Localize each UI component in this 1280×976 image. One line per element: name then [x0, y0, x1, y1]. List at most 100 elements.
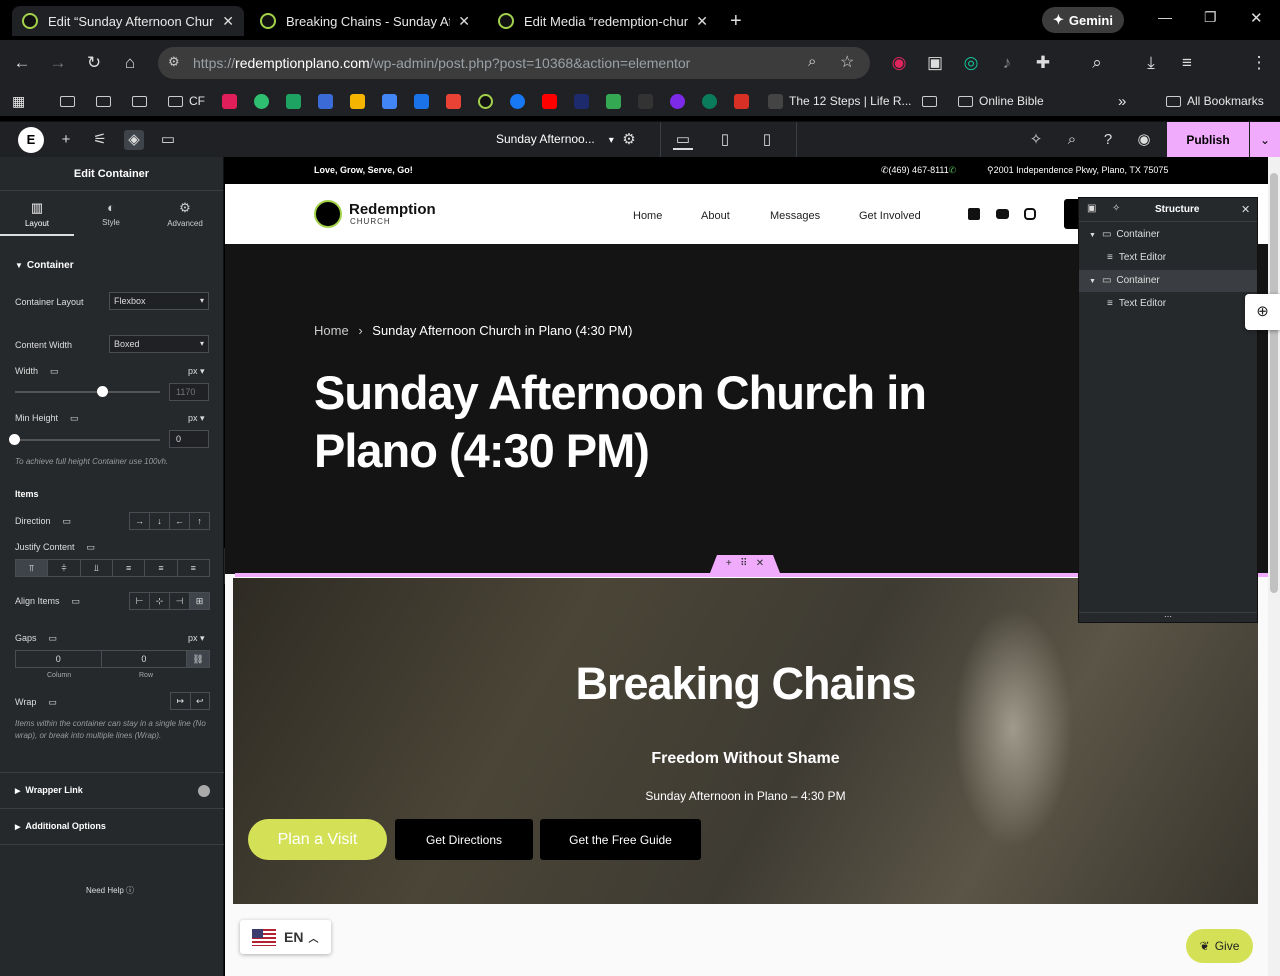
- nav-home[interactable]: Home: [633, 210, 662, 222]
- direction-column-icon[interactable]: ↓: [150, 513, 170, 529]
- width-unit[interactable]: px ▾: [188, 366, 205, 377]
- breaking-chains-section[interactable]: Breaking Chains Freedom Without Shame Su…: [233, 578, 1258, 904]
- bookmark-gloo[interactable]: [254, 92, 269, 110]
- extension-r-icon[interactable]: ▣: [924, 52, 946, 74]
- wrap-icon[interactable]: ↩: [191, 693, 210, 709]
- min-height-input[interactable]: 0: [169, 430, 209, 448]
- nav-about[interactable]: About: [701, 210, 730, 222]
- bookmark-dw[interactable]: [638, 92, 653, 110]
- structure-item-text-editor[interactable]: ≡ Text Editor: [1079, 247, 1257, 269]
- bookmark-slack[interactable]: [222, 92, 237, 110]
- breadcrumb-home[interactable]: Home: [314, 323, 349, 338]
- facebook-icon[interactable]: [968, 208, 980, 220]
- page-selector[interactable]: Sunday Afternoo... ▾: [496, 132, 614, 146]
- gemini-button[interactable]: ✦ Gemini: [1042, 7, 1124, 33]
- bookmark-youtube[interactable]: [542, 92, 557, 110]
- width-slider-track[interactable]: [15, 391, 160, 393]
- bookmark-facebook[interactable]: [510, 92, 525, 110]
- logo-text[interactable]: Redemption: [349, 201, 436, 218]
- cast-search-icon[interactable]: ⌕: [1086, 52, 1108, 74]
- get-directions-button[interactable]: Get Directions: [395, 819, 533, 860]
- bookmark-online-bible[interactable]: Online Bible: [958, 92, 1044, 110]
- tab-advanced[interactable]: ⚙ Advanced: [148, 192, 222, 236]
- bookmark-folder[interactable]: [96, 92, 117, 110]
- instagram-icon[interactable]: [1024, 208, 1036, 220]
- bookmark-gmail[interactable]: [446, 92, 461, 110]
- mic-icon[interactable]: ♪: [996, 52, 1018, 74]
- drag-handle-icon[interactable]: ⠿: [740, 558, 747, 569]
- publish-button[interactable]: Publish: [1167, 122, 1249, 158]
- close-icon[interactable]: ✕: [696, 13, 708, 30]
- add-element-icon[interactable]: +: [56, 130, 76, 150]
- minimize-icon[interactable]: —: [1158, 9, 1172, 25]
- church-logo-icon[interactable]: [314, 200, 342, 228]
- elementor-logo-icon[interactable]: E: [18, 127, 44, 153]
- section-wrapper-link[interactable]: ▶ Wrapper Link: [15, 785, 83, 795]
- reload-icon[interactable]: ↻: [83, 52, 105, 74]
- download-icon[interactable]: ⤓: [1140, 52, 1162, 74]
- bookmark-keep[interactable]: [350, 92, 365, 110]
- collapse-icon[interactable]: ▣: [1087, 203, 1096, 214]
- section-additional-options[interactable]: ▶ Additional Options: [15, 821, 106, 831]
- justify-start-icon[interactable]: ⫪: [16, 560, 49, 576]
- min-height-unit[interactable]: px ▾: [188, 413, 205, 424]
- structure-item-container-selected[interactable]: ▼ ▭ Container: [1079, 270, 1257, 292]
- bookmark-folder[interactable]: [922, 92, 943, 110]
- search-icon[interactable]: ⌕: [1062, 130, 1082, 150]
- min-height-slider-track[interactable]: [15, 439, 160, 441]
- bookmark-docs[interactable]: [382, 92, 397, 110]
- site-address[interactable]: ⚲2001 Independence Pkwy, Plano, TX 75075: [987, 165, 1168, 176]
- browser-tab-edit-sunday[interactable]: Edit “Sunday Afternoon Church ✕: [12, 6, 244, 36]
- tablet-icon[interactable]: ▯: [715, 130, 735, 150]
- bookmark-sheets[interactable]: [286, 92, 301, 110]
- content-width-select[interactable]: Boxed: [109, 335, 209, 353]
- bookmark-folder[interactable]: [60, 92, 81, 110]
- browser-tab-edit-media[interactable]: Edit Media “redemption-church ✕: [488, 6, 718, 36]
- pocket-icon[interactable]: ◉: [888, 52, 910, 74]
- no-wrap-icon[interactable]: ↦: [171, 693, 191, 709]
- site-info-icon[interactable]: ⚙: [168, 54, 180, 70]
- add-icon[interactable]: +: [726, 558, 732, 569]
- preview-eye-icon[interactable]: ◉: [1134, 130, 1154, 150]
- bookmark-calendar[interactable]: [414, 92, 429, 110]
- tab-layout[interactable]: ▥ Layout: [0, 192, 74, 236]
- plan-a-visit-button[interactable]: Plan a Visit: [248, 819, 387, 860]
- canvas-scrollbar[interactable]: [1268, 157, 1280, 976]
- more-bookmarks-icon[interactable]: »: [1118, 92, 1126, 110]
- direction-row-reverse-icon[interactable]: ←: [170, 513, 190, 529]
- get-free-guide-button[interactable]: Get the Free Guide: [540, 819, 701, 860]
- apps-icon[interactable]: ▦: [12, 92, 25, 110]
- container-edit-handle[interactable]: + ⠿ ✕: [710, 555, 780, 573]
- back-icon[interactable]: ←: [11, 52, 33, 74]
- home-icon[interactable]: ⌂: [119, 52, 141, 74]
- window-close-icon[interactable]: ✕: [1250, 9, 1263, 27]
- bookmark-star-icon[interactable]: ☆: [840, 52, 854, 72]
- min-height-slider-handle[interactable]: [9, 434, 20, 445]
- media-control-icon[interactable]: ≡: [1176, 52, 1198, 74]
- link-values-icon[interactable]: ⛓: [187, 651, 210, 667]
- bookmark-12-steps[interactable]: The 12 Steps | Life R...: [768, 92, 912, 110]
- site-phone[interactable]: ✆(469) 467-8111✆: [881, 165, 956, 176]
- need-help-link[interactable]: Need Help ⓘ: [86, 885, 134, 896]
- bookmark-rc[interactable]: [478, 92, 493, 110]
- close-icon[interactable]: ✕: [458, 13, 470, 30]
- notifications-icon[interactable]: ✧: [1026, 130, 1046, 150]
- gaps-unit[interactable]: px ▾: [188, 633, 205, 644]
- nav-get-involved[interactable]: Get Involved: [859, 210, 921, 222]
- structure-item-text-editor[interactable]: ≡ Text Editor: [1079, 293, 1257, 315]
- all-bookmarks[interactable]: All Bookmarks: [1166, 92, 1264, 110]
- align-start-icon[interactable]: ⊢: [130, 593, 150, 609]
- bookmark-red[interactable]: [734, 92, 749, 110]
- bookmark-canva[interactable]: [670, 92, 685, 110]
- browser-tab-breaking-chains[interactable]: Breaking Chains - Sunday After ✕: [250, 6, 480, 36]
- give-button[interactable]: ❦ Give: [1186, 929, 1253, 963]
- align-stretch-icon[interactable]: ⊞: [190, 593, 209, 609]
- scrollbar-thumb[interactable]: [1270, 173, 1278, 593]
- grammarly-icon[interactable]: ◎: [960, 52, 982, 74]
- language-switcher[interactable]: EN ︿: [240, 920, 331, 954]
- restore-icon[interactable]: ❐: [1204, 9, 1217, 26]
- width-input[interactable]: 1170: [169, 383, 209, 401]
- justify-space-between-icon[interactable]: ≡: [113, 560, 146, 576]
- site-settings-icon[interactable]: ⚟: [90, 130, 110, 150]
- publish-options-chevron-icon[interactable]: ⌄: [1250, 122, 1280, 158]
